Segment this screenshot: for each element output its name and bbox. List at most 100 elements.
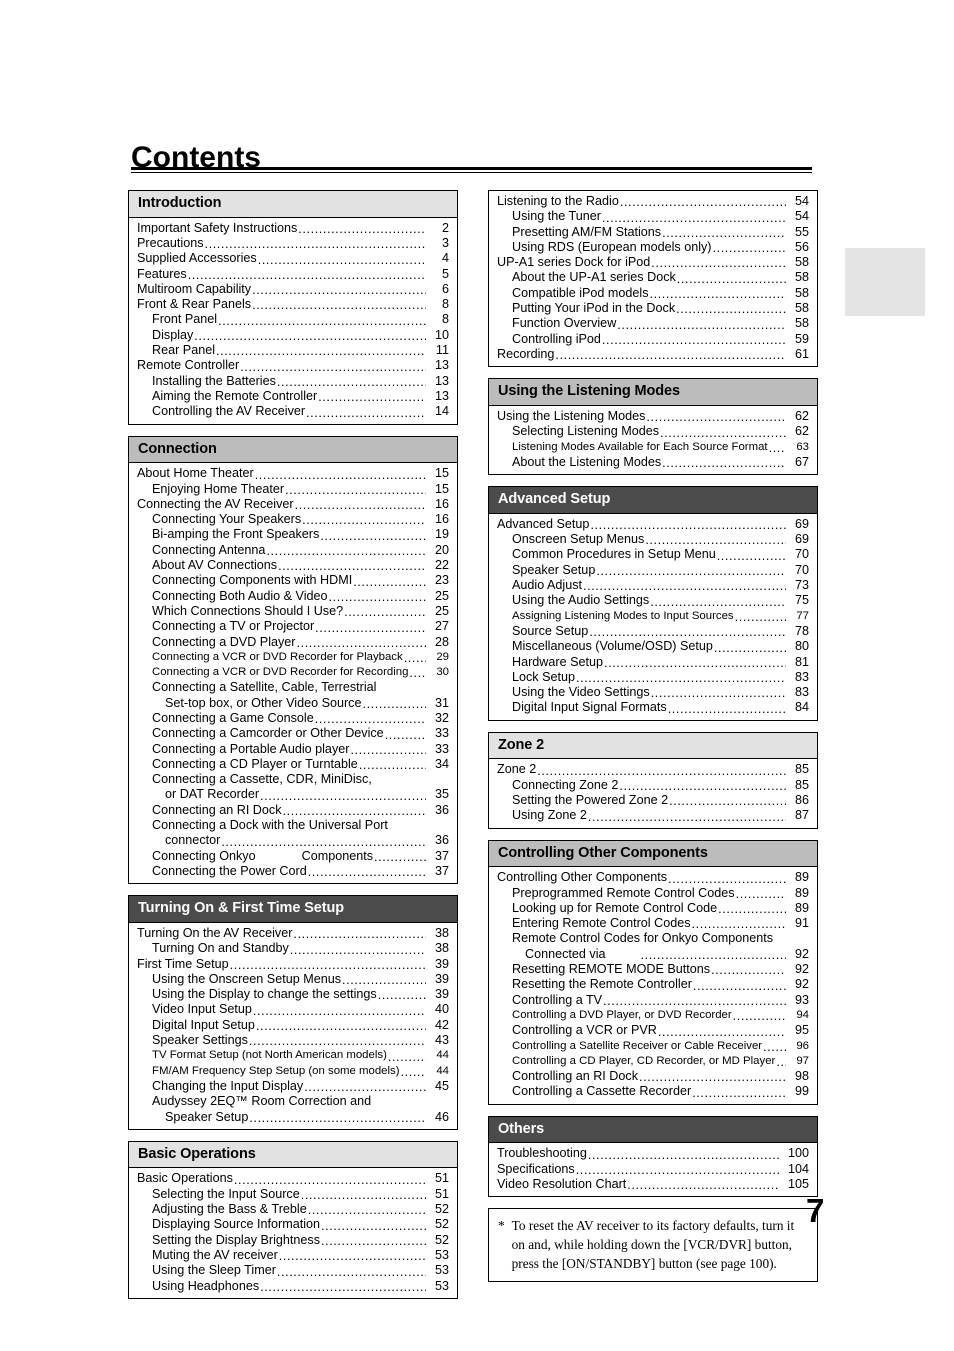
toc-entry[interactable]: Displaying Source Information 52 — [137, 1217, 449, 1232]
toc-entry[interactable]: or DAT Recorder 35 — [137, 787, 449, 802]
toc-entry[interactable]: Speaker Setup 46 — [137, 1110, 449, 1125]
toc-entry[interactable]: Controlling the AV Receiver 14 — [137, 404, 449, 419]
toc-entry[interactable]: Changing the Input Display 45 — [137, 1079, 449, 1094]
toc-entry[interactable]: Advanced Setup 69 — [497, 517, 809, 532]
toc-entry[interactable]: Using Headphones 53 — [137, 1279, 449, 1294]
toc-entry[interactable]: Selecting the Input Source 51 — [137, 1187, 449, 1202]
toc-entry[interactable]: Recording 61 — [497, 347, 809, 362]
toc-entry[interactable]: Controlling a Cassette Recorder 99 — [497, 1084, 809, 1099]
toc-entry[interactable]: Putting Your iPod in the Dock 58 — [497, 301, 809, 316]
toc-entry[interactable]: Installing the Batteries 13 — [137, 374, 449, 389]
toc-entry[interactable]: Compatible iPod models 58 — [497, 286, 809, 301]
toc-entry[interactable]: FM/AM Frequency Step Setup (on some mode… — [137, 1064, 449, 1079]
toc-entry[interactable]: Using the Tuner 54 — [497, 209, 809, 224]
toc-entry[interactable]: About the UP-A1 series Dock 58 — [497, 270, 809, 285]
toc-entry[interactable]: Connecting an RI Dock 36 — [137, 803, 449, 818]
toc-entry[interactable]: Troubleshooting 100 — [497, 1146, 809, 1161]
toc-entry[interactable]: Connecting a VCR or DVD Recorder for Rec… — [137, 665, 449, 680]
toc-entry[interactable]: Video Resolution Chart 105 — [497, 1177, 809, 1192]
toc-entry[interactable]: Hardware Setup 81 — [497, 655, 809, 670]
toc-entry[interactable]: Turning On and Standby 38 — [137, 941, 449, 956]
toc-entry[interactable]: Connecting the AV Receiver 16 — [137, 497, 449, 512]
toc-entry[interactable]: Using the Display to change the settings… — [137, 987, 449, 1002]
toc-entry[interactable]: Set-top box, or Other Video Source 31 — [137, 696, 449, 711]
toc-entry[interactable]: Using Zone 2 87 — [497, 808, 809, 823]
toc-entry[interactable]: Lock Setup 83 — [497, 670, 809, 685]
toc-entry[interactable]: Controlling a VCR or PVR 95 — [497, 1023, 809, 1038]
toc-entry[interactable]: Preprogrammed Remote Control Codes 89 — [497, 886, 809, 901]
toc-entry[interactable]: Video Input Setup 40 — [137, 1002, 449, 1017]
toc-entry[interactable]: Connecting a CD Player or Turntable 34 — [137, 757, 449, 772]
toc-entry[interactable]: Function Overview 58 — [497, 316, 809, 331]
toc-entry[interactable]: Controlling an RI Dock 98 — [497, 1069, 809, 1084]
toc-entry[interactable]: Rear Panel 11 — [137, 343, 449, 358]
toc-entry[interactable]: Source Setup 78 — [497, 624, 809, 639]
toc-entry[interactable]: Audio Adjust 73 — [497, 578, 809, 593]
toc-entry[interactable]: Resetting the Remote Controller 92 — [497, 977, 809, 992]
toc-entry[interactable]: Common Procedures in Setup Menu 70 — [497, 547, 809, 562]
toc-entry[interactable]: Important Safety Instructions 2 — [137, 221, 449, 236]
toc-entry[interactable]: Resetting REMOTE MODE Buttons 92 — [497, 962, 809, 977]
toc-entry[interactable]: Connecting Both Audio & Video 25 — [137, 589, 449, 604]
toc-entry[interactable]: Display 10 — [137, 328, 449, 343]
toc-entry[interactable]: Enjoying Home Theater 15 — [137, 482, 449, 497]
toc-entry[interactable]: Connecting Onkyo Components 37 — [137, 849, 449, 864]
toc-entry[interactable]: Onscreen Setup Menus 69 — [497, 532, 809, 547]
toc-entry[interactable]: First Time Setup 39 — [137, 957, 449, 972]
toc-entry[interactable]: Connecting Antenna 20 — [137, 543, 449, 558]
toc-entry[interactable]: About AV Connections 22 — [137, 558, 449, 573]
toc-entry[interactable]: Using the Sleep Timer 53 — [137, 1263, 449, 1278]
toc-entry[interactable]: Miscellaneous (Volume/OSD) Setup 80 — [497, 639, 809, 654]
toc-entry[interactable]: Digital Input Signal Formats 84 — [497, 700, 809, 715]
toc-entry[interactable]: Selecting Listening Modes 62 — [497, 424, 809, 439]
toc-entry[interactable]: Connecting a Portable Audio player 33 — [137, 742, 449, 757]
toc-entry[interactable]: TV Format Setup (not North American mode… — [137, 1048, 449, 1063]
toc-entry[interactable]: Basic Operations 51 — [137, 1171, 449, 1186]
toc-entry[interactable]: Connecting Your Speakers 16 — [137, 512, 449, 527]
toc-entry[interactable]: Bi-amping the Front Speakers 19 — [137, 527, 449, 542]
toc-entry[interactable]: Speaker Setup 70 — [497, 563, 809, 578]
toc-entry[interactable]: Listening to the Radio 54 — [497, 194, 809, 209]
toc-entry[interactable]: Using RDS (European models only) 56 — [497, 240, 809, 255]
toc-entry[interactable]: Presetting AM/FM Stations 55 — [497, 225, 809, 240]
toc-entry[interactable]: Using the Onscreen Setup Menus 39 — [137, 972, 449, 987]
toc-entry[interactable]: Features 5 — [137, 267, 449, 282]
toc-entry[interactable]: Muting the AV receiver 53 — [137, 1248, 449, 1263]
toc-entry[interactable]: About the Listening Modes 67 — [497, 455, 809, 470]
toc-entry[interactable]: Controlling a TV 93 — [497, 993, 809, 1008]
toc-entry[interactable]: Connecting Zone 2 85 — [497, 778, 809, 793]
toc-entry[interactable]: Digital Input Setup 42 — [137, 1018, 449, 1033]
toc-entry[interactable]: Specifications 104 — [497, 1162, 809, 1177]
toc-entry[interactable]: Adjusting the Bass & Treble 52 — [137, 1202, 449, 1217]
toc-entry[interactable]: Connecting a VCR or DVD Recorder for Pla… — [137, 650, 449, 665]
toc-entry[interactable]: Multiroom Capability 6 — [137, 282, 449, 297]
toc-entry[interactable]: Listening Modes Available for Each Sourc… — [497, 440, 809, 455]
toc-entry[interactable]: Using the Video Settings 83 — [497, 685, 809, 700]
toc-entry[interactable]: Front & Rear Panels 8 — [137, 297, 449, 312]
toc-entry[interactable]: Using the Listening Modes 62 — [497, 409, 809, 424]
toc-entry[interactable]: Aiming the Remote Controller 13 — [137, 389, 449, 404]
toc-entry[interactable]: Connecting Components with HDMI 23 — [137, 573, 449, 588]
toc-entry[interactable]: Which Connections Should I Use? 25 — [137, 604, 449, 619]
toc-entry[interactable]: Controlling a DVD Player, or DVD Recorde… — [497, 1008, 809, 1023]
toc-entry[interactable]: Precautions 3 — [137, 236, 449, 251]
toc-entry[interactable]: Entering Remote Control Codes 91 — [497, 916, 809, 931]
toc-entry[interactable]: Connected via 92 — [497, 947, 809, 962]
toc-entry[interactable]: Connecting a Camcorder or Other Device 33 — [137, 726, 449, 741]
toc-entry[interactable]: Connecting the Power Cord 37 — [137, 864, 449, 879]
toc-entry[interactable]: Using the Audio Settings 75 — [497, 593, 809, 608]
toc-entry[interactable]: Connecting a Game Console 32 — [137, 711, 449, 726]
toc-entry[interactable]: Speaker Settings 43 — [137, 1033, 449, 1048]
toc-entry[interactable]: Setting the Powered Zone 2 86 — [497, 793, 809, 808]
toc-entry[interactable]: Controlling a CD Player, CD Recorder, or… — [497, 1054, 809, 1069]
toc-entry[interactable]: Controlling iPod 59 — [497, 332, 809, 347]
toc-entry[interactable]: Connecting a TV or Projector 27 — [137, 619, 449, 634]
toc-entry[interactable]: Zone 2 85 — [497, 762, 809, 777]
toc-entry[interactable]: Remote Controller 13 — [137, 358, 449, 373]
toc-entry[interactable]: Setting the Display Brightness 52 — [137, 1233, 449, 1248]
toc-entry[interactable]: Supplied Accessories 4 — [137, 251, 449, 266]
toc-entry[interactable]: UP-A1 series Dock for iPod 58 — [497, 255, 809, 270]
toc-entry[interactable]: Front Panel 8 — [137, 312, 449, 327]
toc-entry[interactable]: About Home Theater 15 — [137, 466, 449, 481]
toc-entry[interactable]: Turning On the AV Receiver 38 — [137, 926, 449, 941]
